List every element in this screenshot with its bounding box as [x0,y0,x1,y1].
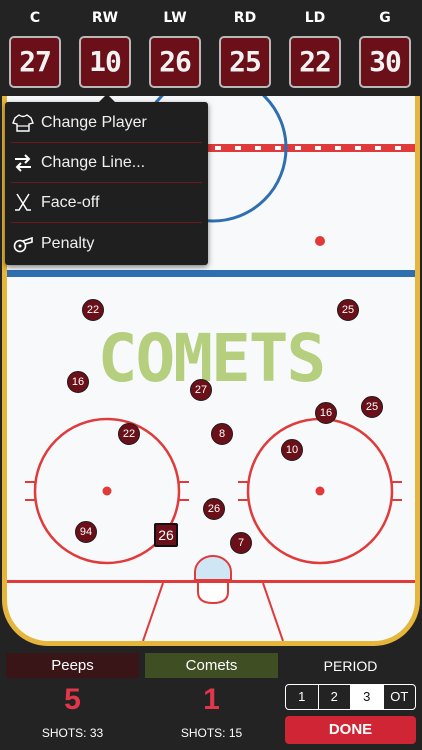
home-shots: SHOTS: 33 [41,726,104,740]
jersey-icon [12,114,34,132]
player-chip[interactable]: 22 [118,423,140,445]
player-chip[interactable]: 16 [67,371,89,393]
position-label: RW [91,10,119,26]
swap-arrows-icon [15,154,31,172]
jersey-button[interactable]: 22 [289,36,341,88]
player-chip[interactable]: 7 [230,532,252,554]
position-label: LD [304,10,326,26]
player-chip[interactable]: 16 [315,402,337,424]
slot-goalie[interactable]: G 30 [357,8,413,88]
menu-item-label: Penalty [41,235,95,252]
jersey-button[interactable]: 10 [79,36,131,88]
crossed-sticks-icon [15,193,31,211]
menu-item-change-player[interactable]: Change Player [5,103,208,143]
slot-left-defense[interactable]: LD 22 [287,8,343,88]
period-button-3[interactable]: 3 [351,685,384,709]
period-button-2[interactable]: 2 [319,685,351,709]
away-score: 1 [203,683,220,716]
jersey-button[interactable]: 25 [219,36,271,88]
menu-item-label: Change Line... [41,154,146,171]
player-chip[interactable]: 8 [211,423,233,445]
player-chip[interactable]: 27 [190,379,212,401]
period-button-1[interactable]: 1 [286,685,319,709]
position-label: C [29,10,41,26]
period-selector: 1 2 3 OT [285,684,416,710]
menu-item-label: Change Player [41,114,147,131]
period-label: PERIOD [323,658,378,674]
action-menu: Change Player Change Line... Face-off Pe… [5,94,208,265]
position-label: LW [163,10,187,26]
slot-right-wing[interactable]: RW 10 [77,8,133,88]
position-label: G [379,10,391,26]
menu-item-face-off[interactable]: Face-off [5,183,208,223]
whistle-icon [13,236,33,253]
score-panel: Peeps Comets 5 1 SHOTS: 33 SHOTS: 15 PER… [0,646,422,750]
player-chip[interactable]: 25 [337,299,359,321]
player-chip[interactable]: 94 [75,521,97,543]
menu-pointer [99,94,115,102]
slot-right-defense[interactable]: RD 25 [217,8,273,88]
slot-left-wing[interactable]: LW 26 [147,8,203,88]
slot-center[interactable]: C 27 [7,8,63,88]
away-shots: SHOTS: 15 [180,726,243,740]
home-team-tab[interactable]: Peeps [6,653,139,678]
selected-player-chip[interactable]: 26 [154,523,178,547]
jersey-button[interactable]: 30 [359,36,411,88]
player-chip[interactable]: 26 [203,498,225,520]
period-button-ot[interactable]: OT [384,685,416,709]
home-score: 5 [64,683,81,716]
jersey-button[interactable]: 27 [9,36,61,88]
line-bar: C 27 RW 10 LW 26 RD 25 LD 22 G 30 [0,0,422,96]
menu-item-label: Face-off [41,194,100,211]
done-button[interactable]: DONE [285,716,416,744]
menu-item-penalty[interactable]: Penalty [5,224,208,264]
jersey-button[interactable]: 26 [149,36,201,88]
player-chip[interactable]: 10 [281,439,303,461]
player-chip[interactable]: 22 [82,299,104,321]
away-team-tab[interactable]: Comets [145,653,278,678]
player-chip[interactable]: 25 [361,396,383,418]
menu-item-change-line[interactable]: Change Line... [5,143,208,183]
position-label: RD [233,10,257,26]
